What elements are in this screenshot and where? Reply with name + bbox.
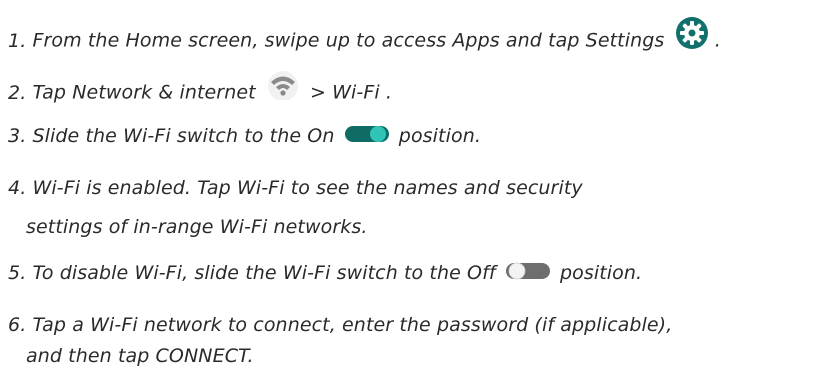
step-text: Tap a Wi-Fi network to connect, enter th…	[32, 314, 673, 336]
settings-gear-icon	[675, 16, 709, 50]
step-1: 1. From the Home screen, swipe up to acc…	[8, 17, 721, 58]
step-3: 3. Slide the Wi-Fi switch to the On posi…	[8, 124, 481, 148]
step-text: settings of in-range Wi-Fi networks.	[26, 216, 368, 238]
step-4: 4. Wi-Fi is enabled. Tap Wi-Fi to see th…	[8, 176, 583, 200]
step-text-end: > Wi-Fi .	[309, 81, 393, 104]
step-text: and then tap CONNECT.	[26, 345, 254, 367]
step-text-end: position.	[559, 262, 643, 284]
step-text-end: .	[714, 29, 721, 52]
step-number: 3.	[8, 125, 27, 147]
toggle-on-icon	[344, 124, 390, 144]
step-4-continued: settings of in-range Wi-Fi networks.	[26, 215, 368, 239]
step-text-end: position.	[398, 125, 481, 147]
step-text: Slide the Wi-Fi switch to the On	[32, 125, 335, 147]
wifi-icon	[266, 70, 300, 101]
step-number: 6.	[8, 314, 27, 336]
step-number: 4.	[8, 177, 27, 199]
step-6: 6. Tap a Wi-Fi network to connect, enter…	[8, 313, 672, 337]
step-text: Wi-Fi is enabled. Tap Wi-Fi to see the n…	[32, 177, 583, 199]
step-5: 5. To disable Wi-Fi, slide the Wi-Fi swi…	[8, 261, 642, 285]
step-text: From the Home screen, swipe up to access…	[32, 29, 665, 52]
step-number: 2.	[8, 81, 27, 104]
toggle-off-icon	[505, 261, 551, 281]
step-6-continued: and then tap CONNECT.	[26, 344, 254, 368]
step-number: 5.	[8, 262, 27, 284]
step-text: Tap Network & internet	[32, 81, 256, 104]
step-text: To disable Wi-Fi, slide the Wi-Fi switch…	[32, 262, 496, 284]
step-2: 2. Tap Network & internet > Wi-Fi .	[8, 71, 393, 108]
step-number: 1.	[8, 29, 27, 52]
